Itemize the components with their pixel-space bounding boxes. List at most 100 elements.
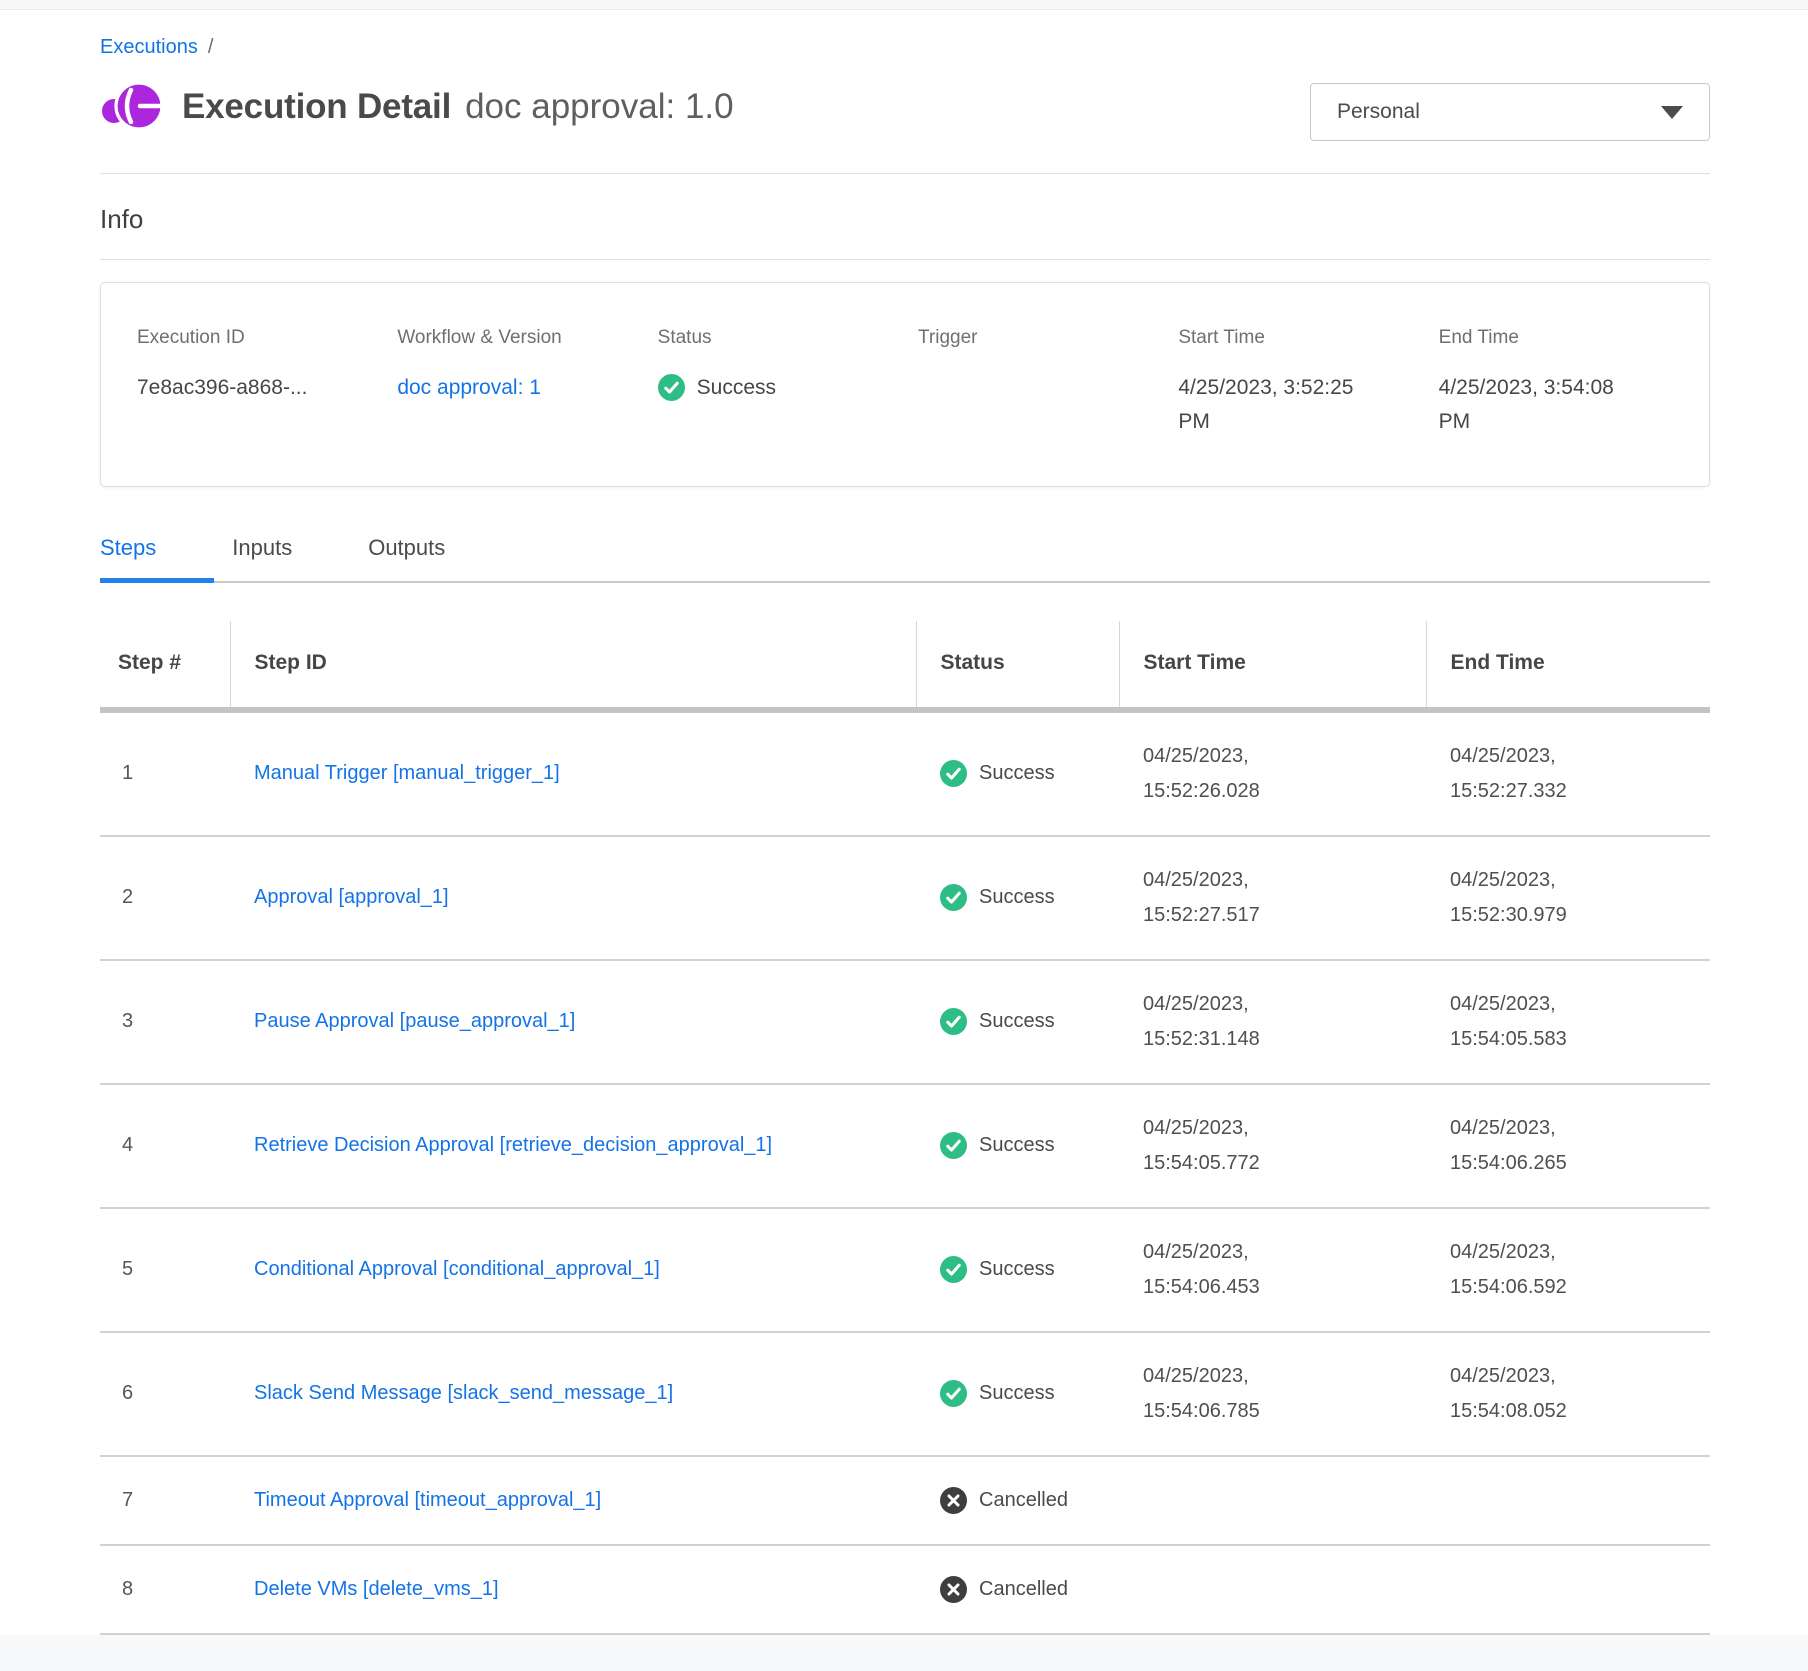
step-end-time: 04/25/2023,15:52:27.332 xyxy=(1426,710,1710,836)
step-row: 7 Timeout Approval [timeout_approval_1] Ca… xyxy=(100,1456,1710,1545)
step-id-cell: Timeout Approval [timeout_approval_1] xyxy=(230,1456,916,1545)
step-number: 6 xyxy=(100,1332,230,1456)
step-row: 5 Conditional Approval [conditional_appro… xyxy=(100,1208,1710,1332)
tab-inputs[interactable]: Inputs xyxy=(232,535,292,581)
success-status-icon xyxy=(658,374,685,401)
step-status-cell: Success xyxy=(916,1332,1119,1456)
info-label: Execution ID xyxy=(137,327,397,349)
step-start-time xyxy=(1119,1545,1426,1634)
step-row: 1 Manual Trigger [manual_trigger_1] Succes… xyxy=(100,710,1710,836)
info-field-status: Status Success xyxy=(658,327,918,438)
info-field-start-time: Start Time 4/25/2023, 3:52:25 PM xyxy=(1178,327,1438,438)
status-label: Success xyxy=(979,762,1055,785)
step-row: 2 Approval [approval_1] Success 04/25/2023,… xyxy=(100,836,1710,960)
execution-info-card: Execution ID 7e8ac396-a868-... Workflow … xyxy=(100,282,1710,487)
column-header-status: Status xyxy=(916,621,1119,710)
steps-table-header-row: Step # Step ID Status Start Time End Tim… xyxy=(100,621,1710,710)
step-end-time: 04/25/2023,15:54:06.265 xyxy=(1426,1084,1710,1208)
step-id-cell: Delete VMs [delete_vms_1] xyxy=(230,1545,916,1634)
step-start-time: 04/25/2023,15:52:26.028 xyxy=(1119,710,1426,836)
step-id-cell: Retrieve Decision Approval [retrieve_dec… xyxy=(230,1084,916,1208)
step-status-cell: Success xyxy=(916,1084,1119,1208)
page-title-group: Execution Detail doc approval: 1.0 xyxy=(100,79,734,135)
step-status-cell: Cancelled xyxy=(916,1456,1119,1545)
success-status-icon xyxy=(940,884,967,911)
step-start-time xyxy=(1119,1456,1426,1545)
cancelled-status-icon xyxy=(940,1576,967,1603)
step-id-cell: Slack Send Message [slack_send_message_1… xyxy=(230,1332,916,1456)
step-id-link[interactable]: Timeout Approval [timeout_approval_1] xyxy=(254,1483,601,1518)
step-id-link[interactable]: Slack Send Message [slack_send_message_1… xyxy=(254,1376,673,1411)
step-id-link[interactable]: Pause Approval [pause_approval_1] xyxy=(254,1004,575,1039)
breadcrumb-executions-link[interactable]: Executions xyxy=(100,36,198,58)
chevron-down-icon xyxy=(1661,106,1683,119)
step-number: 3 xyxy=(100,960,230,1084)
step-start-time: 04/25/2023,15:54:06.453 xyxy=(1119,1208,1426,1332)
step-id-link[interactable]: Conditional Approval [conditional_approv… xyxy=(254,1252,660,1287)
end-time-value: 4/25/2023, 3:54:08 PM xyxy=(1439,371,1644,438)
status-label: Success xyxy=(979,1258,1055,1281)
info-label: Workflow & Version xyxy=(397,327,657,349)
title-divider xyxy=(100,173,1710,174)
info-divider xyxy=(100,259,1710,260)
status-label: Success xyxy=(979,1010,1055,1033)
column-header-end-time: End Time xyxy=(1426,621,1710,710)
step-number: 4 xyxy=(100,1084,230,1208)
tab-outputs[interactable]: Outputs xyxy=(368,535,445,581)
success-status-icon xyxy=(940,1380,967,1407)
tab-steps[interactable]: Steps xyxy=(100,535,156,581)
step-row: 6 Slack Send Message [slack_send_message_… xyxy=(100,1332,1710,1456)
step-start-time: 04/25/2023,15:52:27.517 xyxy=(1119,836,1426,960)
step-number: 8 xyxy=(100,1545,230,1634)
column-header-step-id: Step ID xyxy=(230,621,916,710)
detail-tabs: Steps Inputs Outputs xyxy=(100,535,1710,583)
step-id-cell: Approval [approval_1] xyxy=(230,836,916,960)
page-title: Execution Detail xyxy=(182,87,451,127)
success-status-icon xyxy=(940,1256,967,1283)
step-number: 7 xyxy=(100,1456,230,1545)
step-id-cell: Pause Approval [pause_approval_1] xyxy=(230,960,916,1084)
step-end-time: 04/25/2023,15:54:05.583 xyxy=(1426,960,1710,1084)
step-status-cell: Success xyxy=(916,960,1119,1084)
step-end-time: 04/25/2023,15:54:06.592 xyxy=(1426,1208,1710,1332)
step-id-link[interactable]: Manual Trigger [manual_trigger_1] xyxy=(254,756,560,791)
step-id-link[interactable]: Retrieve Decision Approval [retrieve_dec… xyxy=(254,1128,772,1163)
execution-id-value: 7e8ac396-a868-... xyxy=(137,371,397,405)
step-number: 5 xyxy=(100,1208,230,1332)
workflow-version-link[interactable]: doc approval: 1 xyxy=(397,376,541,399)
step-row: 3 Pause Approval [pause_approval_1] Succes… xyxy=(100,960,1710,1084)
execution-detail-page: Executions / Execution Detail doc approva… xyxy=(100,36,1710,1635)
steps-table-body: 1 Manual Trigger [manual_trigger_1] Succes… xyxy=(100,710,1710,1634)
info-field-workflow-version: Workflow & Version doc approval: 1 xyxy=(397,327,657,438)
info-field-end-time: End Time 4/25/2023, 3:54:08 PM xyxy=(1439,327,1699,438)
breadcrumb-separator: / xyxy=(208,36,214,58)
page-subtitle: doc approval: 1.0 xyxy=(465,87,734,127)
step-status-cell: Cancelled xyxy=(916,1545,1119,1634)
step-number: 2 xyxy=(100,836,230,960)
step-number: 1 xyxy=(100,710,230,836)
step-end-time: 04/25/2023,15:54:08.052 xyxy=(1426,1332,1710,1456)
step-id-cell: Conditional Approval [conditional_approv… xyxy=(230,1208,916,1332)
workspace-selector-value: Personal xyxy=(1337,100,1420,124)
workspace-selector[interactable]: Personal xyxy=(1310,83,1710,141)
step-status-cell: Success xyxy=(916,836,1119,960)
column-header-start-time: Start Time xyxy=(1119,621,1426,710)
steps-table: Step # Step ID Status Start Time End Tim… xyxy=(100,621,1710,1635)
status-label: Success xyxy=(979,886,1055,909)
step-start-time: 04/25/2023,15:52:31.148 xyxy=(1119,960,1426,1084)
success-status-icon xyxy=(940,1008,967,1035)
step-end-time xyxy=(1426,1545,1710,1634)
success-status-icon xyxy=(940,1132,967,1159)
info-label: Status xyxy=(658,327,918,349)
step-id-link[interactable]: Delete VMs [delete_vms_1] xyxy=(254,1572,499,1607)
breadcrumb: Executions / xyxy=(100,36,1710,59)
status-label: Cancelled xyxy=(979,1489,1068,1512)
step-status-cell: Success xyxy=(916,1208,1119,1332)
step-status-cell: Success xyxy=(916,710,1119,836)
step-id-link[interactable]: Approval [approval_1] xyxy=(254,880,449,915)
step-row: 4 Retrieve Decision Approval [retrieve_de… xyxy=(100,1084,1710,1208)
success-status-icon xyxy=(940,760,967,787)
top-bar-edge xyxy=(0,0,1808,10)
info-section-title: Info xyxy=(100,204,1710,235)
step-start-time: 04/25/2023,15:54:05.772 xyxy=(1119,1084,1426,1208)
